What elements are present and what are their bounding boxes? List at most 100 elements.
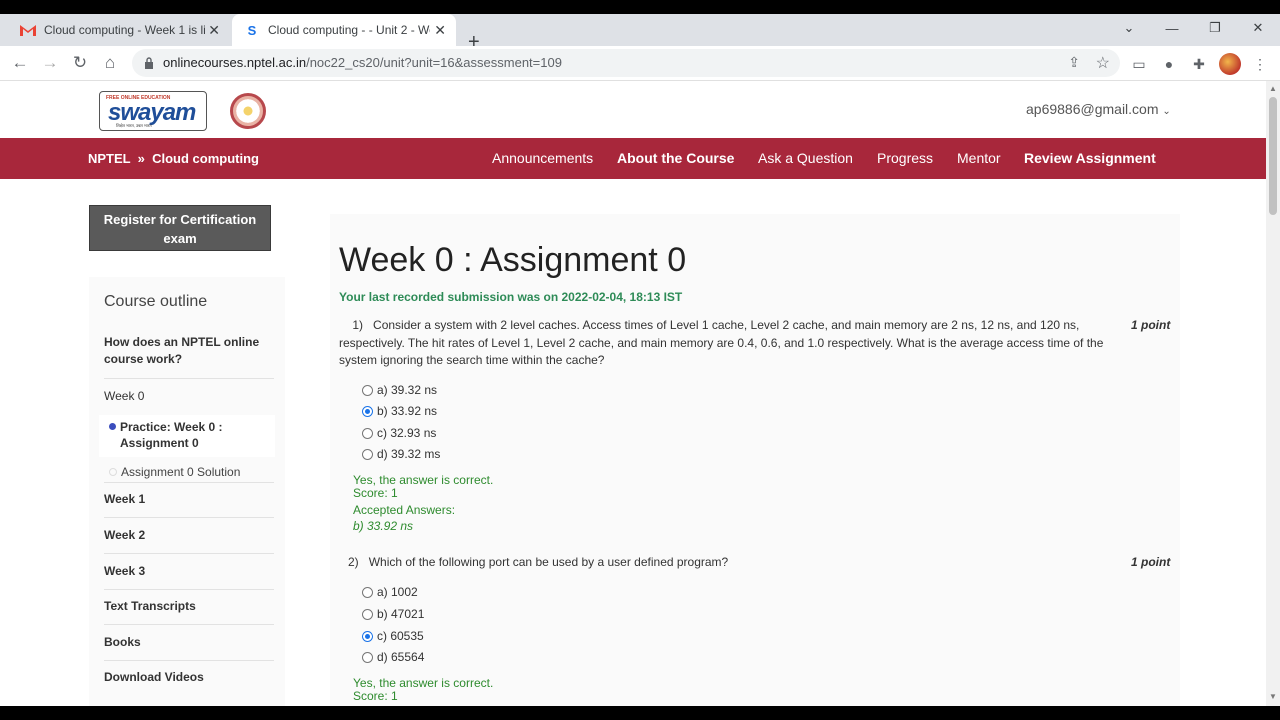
close-tab-icon[interactable]: ✕	[434, 22, 446, 39]
browser-toolbar: ← → ↻ ⌂ onlinecourses.nptel.ac.in/noc22_…	[0, 46, 1280, 81]
radio-button[interactable]	[362, 608, 373, 620]
profile-avatar[interactable]	[1219, 53, 1241, 75]
home-icon[interactable]: ⌂	[99, 52, 121, 74]
tab-gmail[interactable]: Cloud computing - Week 1 is live ✕	[8, 14, 230, 46]
question-points: 1 point	[1131, 318, 1171, 332]
option-label: d) 65564	[377, 650, 425, 664]
outline-sub-solution[interactable]: Assignment 0 Solution	[109, 465, 240, 479]
nav-review-assignment[interactable]: Review Assignment	[1024, 150, 1156, 166]
radio-button[interactable]	[362, 384, 373, 396]
radio-button[interactable]	[362, 448, 373, 460]
forward-icon[interactable]: →	[39, 52, 61, 74]
option-label: c) 32.93 ns	[377, 426, 437, 440]
radio-button[interactable]	[362, 427, 373, 439]
back-icon[interactable]: ←	[9, 52, 31, 74]
web-page: FREE ONLINE EDUCATION swayam शिक्षेत भार…	[0, 81, 1266, 706]
submission-status: Your last recorded submission was on 202…	[339, 290, 683, 304]
solution-label: Assignment 0 Solution	[121, 465, 241, 479]
q2-option-d[interactable]: d) 65564	[362, 650, 424, 664]
q2-option-c[interactable]: c) 60535	[362, 629, 424, 643]
tab-title: Cloud computing - - Unit 2 - Week 0	[268, 23, 430, 37]
close-tab-icon[interactable]: ✕	[208, 22, 220, 39]
nav-mentor[interactable]: Mentor	[957, 150, 1001, 166]
menu-dots-icon[interactable]: ⋮	[1250, 54, 1270, 74]
url-text: onlinecourses.nptel.ac.in/noc22_cs20/uni…	[163, 55, 562, 70]
q1-option-b[interactable]: b) 33.92 ns	[362, 404, 437, 418]
q2-option-b[interactable]: b) 47021	[362, 607, 424, 621]
question-1: 1) Consider a system with 2 level caches…	[339, 317, 1139, 370]
breadcrumb-separator: »	[137, 151, 145, 166]
q1-accepted-label: Accepted Answers:	[353, 503, 456, 517]
outline-item-books[interactable]: Books	[104, 624, 274, 651]
q1-option-c[interactable]: c) 32.93 ns	[362, 426, 436, 440]
practice-label: Practice: Week 0 : Assignment 0	[120, 420, 223, 450]
question-text: Consider a system with 2 level caches. A…	[339, 318, 1104, 367]
radio-button-selected[interactable]	[362, 405, 373, 417]
close-window-icon[interactable]: ✕	[1236, 14, 1280, 42]
minimize-icon[interactable]: —	[1150, 14, 1194, 42]
outline-sub-practice[interactable]: Practice: Week 0 : Assignment 0	[99, 415, 275, 457]
outline-item-week2[interactable]: Week 2	[104, 517, 274, 544]
scrollbar-thumb[interactable]	[1269, 97, 1277, 215]
register-certification-button[interactable]: Register for Certification exam	[89, 205, 271, 251]
bookmark-star-icon[interactable]: ☆	[1096, 53, 1110, 73]
radio-button[interactable]	[362, 651, 373, 663]
breadcrumb: NPTEL » Cloud computing	[88, 151, 259, 166]
dot-icon	[109, 468, 117, 476]
share-icon[interactable]: ⇪	[1068, 54, 1080, 71]
tab-title: Cloud computing - Week 1 is live	[44, 23, 206, 37]
option-label: b) 33.92 ns	[377, 404, 438, 418]
question-number: 2)	[348, 555, 359, 569]
breadcrumb-nptel[interactable]: NPTEL	[88, 151, 130, 166]
course-outline: Course outline How does an NPTEL online …	[89, 277, 285, 706]
scroll-up-icon[interactable]: ▲	[1269, 84, 1277, 93]
course-nav-bar: NPTEL » Cloud computing Announcements Ab…	[0, 138, 1266, 179]
page-scrollbar[interactable]: ▲ ▼	[1266, 81, 1280, 706]
option-label: a) 39.32 ns	[377, 383, 438, 397]
outline-item-week3[interactable]: Week 3	[104, 553, 274, 580]
nav-ask-a-question[interactable]: Ask a Question	[758, 150, 853, 166]
option-label: b) 47021	[377, 607, 425, 621]
option-label: d) 39.32 ms	[377, 447, 441, 461]
reload-icon[interactable]: ↻	[69, 52, 91, 74]
restore-icon[interactable]: ❐	[1193, 14, 1237, 42]
q1-score: Score: 1	[353, 486, 398, 500]
gmail-icon	[20, 22, 36, 38]
screen-top-bar	[0, 0, 1280, 14]
nav-progress[interactable]: Progress	[877, 150, 933, 166]
q1-option-d[interactable]: d) 39.32 ms	[362, 447, 440, 461]
question-points: 1 point	[1131, 555, 1171, 569]
q1-accepted-answer: b) 33.92 ns	[353, 519, 414, 533]
page-title: Week 0 : Assignment 0	[339, 241, 687, 279]
scroll-down-icon[interactable]: ▼	[1269, 692, 1277, 701]
address-bar[interactable]: onlinecourses.nptel.ac.in/noc22_cs20/uni…	[132, 49, 1120, 77]
extension-icon[interactable]: ●	[1159, 54, 1179, 74]
radio-button-selected[interactable]	[362, 630, 373, 642]
option-label: a) 1002	[377, 585, 418, 599]
outline-item-how[interactable]: How does an NPTEL online course work?	[104, 334, 274, 368]
radio-button[interactable]	[362, 586, 373, 598]
outline-item-week1[interactable]: Week 1	[104, 482, 274, 508]
question-2: 2) Which of the following port can be us…	[339, 554, 1139, 572]
puzzle-icon[interactable]: ✚	[1189, 54, 1209, 74]
outline-item-week0[interactable]: Week 0	[104, 378, 274, 405]
question-text: Which of the following port can be used …	[368, 555, 729, 569]
q2-option-a[interactable]: a) 1002	[362, 585, 418, 599]
tab-nptel[interactable]: S Cloud computing - - Unit 2 - Week 0 ✕	[232, 14, 456, 46]
q1-feedback: Yes, the answer is correct.	[353, 473, 494, 487]
user-menu[interactable]: ap69886@gmail.com ⌄	[1026, 101, 1171, 117]
nav-about-the-course[interactable]: About the Course	[617, 150, 734, 166]
outline-item-download[interactable]: Download Videos	[104, 660, 274, 686]
logo-tagline: शिक्षेत भारत, उन्नत भारत	[116, 123, 152, 128]
q1-option-a[interactable]: a) 39.32 ns	[362, 383, 437, 397]
breadcrumb-course[interactable]: Cloud computing	[152, 151, 259, 166]
cast-icon[interactable]: ▭	[1129, 54, 1149, 74]
outline-item-transcripts[interactable]: Text Transcripts	[104, 589, 274, 615]
tab-search-icon[interactable]: ⌄	[1107, 14, 1151, 42]
active-dot-icon	[109, 423, 116, 430]
user-email: ap69886@gmail.com	[1026, 101, 1159, 117]
nav-announcements[interactable]: Announcements	[492, 150, 593, 166]
option-label: c) 60535	[377, 629, 424, 643]
s-icon: S	[247, 22, 257, 38]
swayam-logo[interactable]: FREE ONLINE EDUCATION swayam शिक्षेत भार…	[99, 91, 207, 131]
